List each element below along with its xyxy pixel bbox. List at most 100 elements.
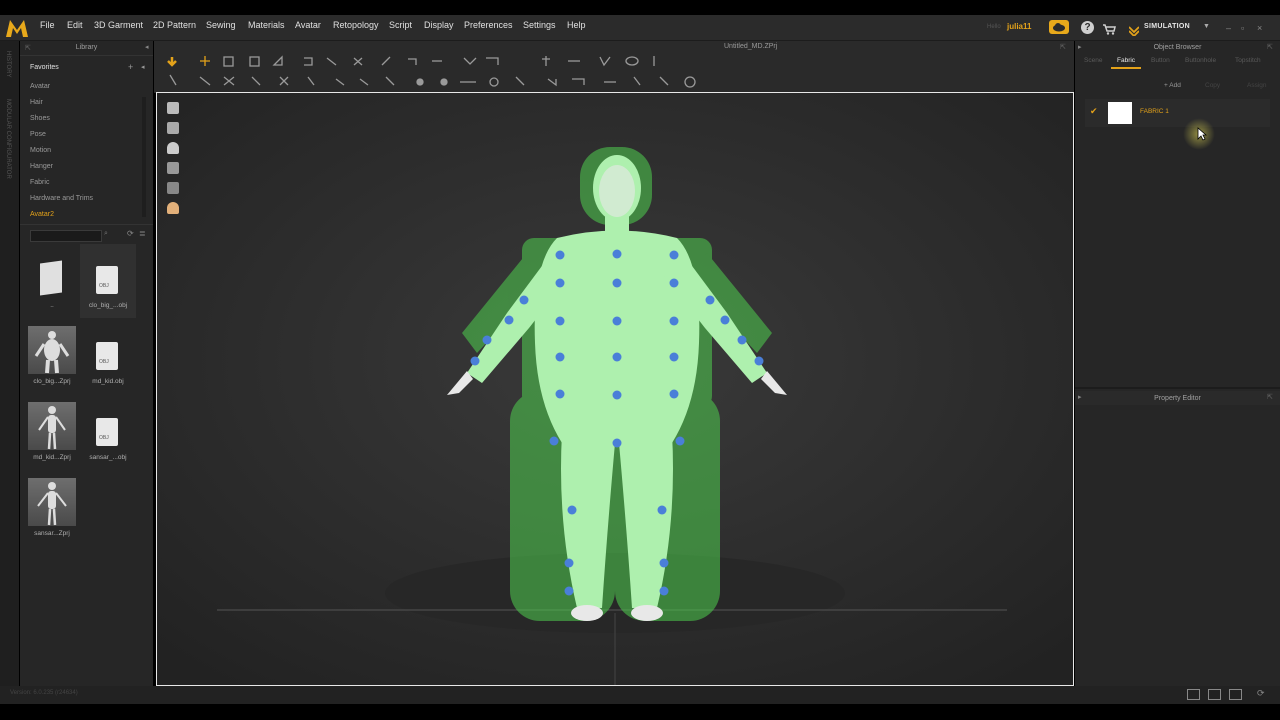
- library-search-input[interactable]: [30, 230, 102, 242]
- library-item-avatar2[interactable]: Avatar2: [30, 211, 54, 218]
- back-icon[interactable]: ◂: [141, 63, 145, 71]
- obj-file-icon: OBJ: [96, 418, 118, 446]
- tab-button[interactable]: Button: [1151, 57, 1170, 64]
- library-item-motion[interactable]: Motion: [30, 147, 51, 154]
- minimize-icon[interactable]: –: [1226, 23, 1231, 33]
- file-tile-sansar-zprj[interactable]: sansar...Zprj: [28, 478, 84, 540]
- menu-display[interactable]: Display: [424, 20, 454, 30]
- greeting-text: Hello: [987, 24, 1001, 30]
- library-item-hardware[interactable]: Hardware and Trims: [30, 195, 93, 202]
- refresh-icon[interactable]: ⟳: [127, 229, 134, 238]
- file-label: sansar_...obj: [89, 454, 127, 461]
- 3d-viewport[interactable]: [156, 92, 1074, 686]
- history-tab[interactable]: HISTORY: [5, 51, 11, 77]
- menu-retopology[interactable]: Retopology: [333, 20, 379, 30]
- library-item-hanger[interactable]: Hanger: [30, 163, 53, 170]
- expand-icon[interactable]: ⇱: [1267, 43, 1273, 51]
- property-editor-header: ▸ Property Editor ⇱: [1075, 391, 1280, 405]
- 3d-view-icon[interactable]: [1208, 689, 1221, 700]
- obj-file-icon: OBJ: [96, 266, 118, 294]
- side-dock-strip: HISTORY MODULAR CONFIGURATOR: [0, 41, 19, 686]
- library-item-avatar[interactable]: Avatar: [30, 83, 50, 90]
- menu-settings[interactable]: Settings: [523, 20, 556, 30]
- tab-topstitch[interactable]: Topstitch: [1235, 57, 1261, 64]
- favorites-label[interactable]: Favorites: [30, 64, 59, 71]
- library-scrollbar[interactable]: [142, 97, 146, 217]
- tab-scene[interactable]: Scene: [1084, 57, 1102, 64]
- collapse-icon[interactable]: ◂: [145, 43, 149, 51]
- library-item-pose[interactable]: Pose: [30, 131, 46, 138]
- file-label: clo_big_...obj: [88, 302, 128, 309]
- menu-avatar[interactable]: Avatar: [295, 20, 321, 30]
- 2d-view-icon[interactable]: [1229, 689, 1242, 700]
- library-item-shoes[interactable]: Shoes: [30, 115, 50, 122]
- modular-configurator-tab[interactable]: MODULAR CONFIGURATOR: [5, 99, 11, 179]
- file-tile-md-kid-obj[interactable]: OBJ md_kid.obj: [80, 326, 136, 388]
- garment-view-icon[interactable]: [167, 102, 179, 114]
- 3d-toolbar: Untitled_MD.ZPrj ⇱: [154, 41, 1074, 93]
- garment-outline-icon[interactable]: [167, 122, 179, 134]
- menu-help[interactable]: Help: [567, 20, 586, 30]
- menu-script[interactable]: Script: [389, 20, 412, 30]
- library-panel: Library ⇱ ◂ Favorites + ◂ Avatar Hair Sh…: [20, 41, 153, 686]
- menu-file[interactable]: File: [40, 20, 55, 30]
- skin-view-icon[interactable]: [167, 202, 179, 214]
- tab-buttonhole[interactable]: Buttonhole: [1185, 57, 1216, 64]
- menu-2d-pattern[interactable]: 2D Pattern: [153, 20, 196, 30]
- mode-selector[interactable]: SIMULATION: [1144, 23, 1190, 30]
- texture-view-icon[interactable]: [167, 162, 179, 174]
- restore-icon[interactable]: ▫: [1241, 23, 1244, 33]
- fabric-name[interactable]: FABRIC 1: [1140, 108, 1169, 115]
- fabric-swatch: [1108, 102, 1132, 124]
- single-view-icon[interactable]: [1187, 689, 1200, 700]
- copy-fabric-button[interactable]: Copy: [1205, 82, 1220, 89]
- tab-fabric[interactable]: Fabric: [1117, 57, 1135, 64]
- avatar-thumbnail: [28, 326, 76, 374]
- assign-fabric-button[interactable]: Assign: [1247, 82, 1267, 89]
- fabric-list-item[interactable]: ✔ FABRIC 1: [1085, 99, 1270, 127]
- list-view-icon[interactable]: ≣: [139, 229, 146, 238]
- expand-icon[interactable]: ⇱: [25, 44, 31, 52]
- document-title: Untitled_MD.ZPrj: [724, 43, 778, 50]
- add-fabric-button[interactable]: + Add: [1164, 82, 1181, 89]
- shading-icon[interactable]: [167, 182, 179, 194]
- avatar-thumbnail: [28, 402, 76, 450]
- expand-icon[interactable]: ⇱: [1267, 393, 1273, 401]
- file-tile-parent-folder[interactable]: ..: [28, 254, 76, 314]
- file-label: md_kid.obj: [92, 378, 124, 385]
- username[interactable]: julia11: [1007, 22, 1031, 31]
- viewport-side-tools: [165, 102, 181, 222]
- object-browser-panel: ▸ Object Browser ⇱ Scene Fabric Button B…: [1075, 41, 1280, 686]
- obj-file-icon: OBJ: [96, 342, 118, 370]
- expand-icon[interactable]: ⇱: [1060, 43, 1066, 51]
- library-item-fabric[interactable]: Fabric: [30, 179, 49, 186]
- avatar-with-arrangement[interactable]: [437, 143, 787, 683]
- cart-icon[interactable]: [1102, 22, 1116, 35]
- add-favorite-icon[interactable]: +: [128, 62, 133, 72]
- active-tab-indicator: [1111, 67, 1141, 69]
- file-tile-md-kid-zprj[interactable]: md_kid...Zprj: [28, 402, 84, 464]
- chevron-down-icon[interactable]: ▼: [1203, 23, 1210, 30]
- search-icon[interactable]: ⌕: [104, 230, 108, 238]
- cloud-icon[interactable]: [1049, 20, 1069, 34]
- file-tile-sansar-obj[interactable]: OBJ sansar_...obj: [80, 402, 136, 464]
- refresh-icon[interactable]: ⟳: [1257, 688, 1265, 699]
- check-icon[interactable]: ✔: [1090, 106, 1098, 117]
- file-tile-clo-big-obj[interactable]: OBJ clo_big_...obj: [80, 244, 136, 318]
- status-bar: Version: 6.0.235 (r24634) ⟳: [0, 686, 1280, 704]
- library-item-hair[interactable]: Hair: [30, 99, 43, 106]
- help-icon[interactable]: ?: [1081, 21, 1094, 34]
- menu-preferences[interactable]: Preferences: [464, 20, 513, 30]
- menu-sewing[interactable]: Sewing: [206, 20, 236, 30]
- folder-icon: [40, 260, 62, 296]
- menu-3d-garment[interactable]: 3D Garment: [94, 20, 143, 30]
- library-title: Library: [75, 44, 98, 51]
- file-tile-clo-big-zprj[interactable]: clo_big...Zprj: [28, 326, 84, 388]
- avatar-view-icon[interactable]: [167, 142, 179, 154]
- menu-edit[interactable]: Edit: [67, 20, 83, 30]
- property-editor-title: Property Editor: [1154, 395, 1201, 402]
- file-label: sansar...Zprj: [34, 530, 70, 537]
- menu-materials[interactable]: Materials: [248, 20, 285, 30]
- file-label: md_kid...Zprj: [33, 454, 71, 461]
- close-icon[interactable]: ×: [1257, 23, 1262, 33]
